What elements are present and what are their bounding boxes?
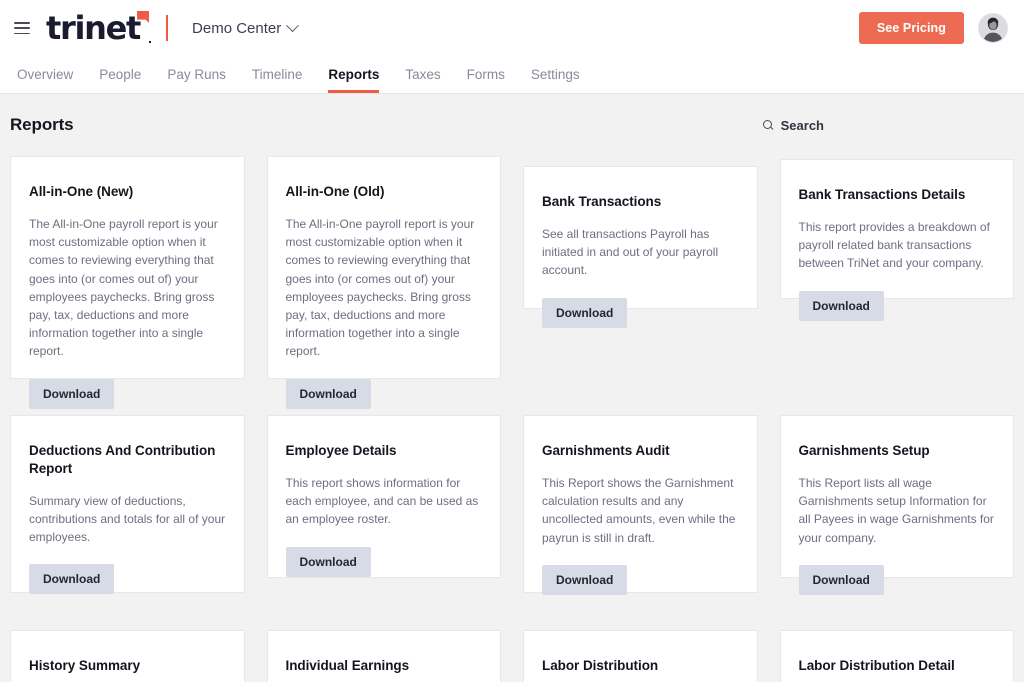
grid-cell: Labor Distribution bbox=[523, 630, 758, 682]
search-icon bbox=[762, 119, 774, 131]
download-button[interactable]: Download bbox=[798, 290, 884, 321]
download-button[interactable]: Download bbox=[542, 297, 628, 328]
tab-overview[interactable]: Overview bbox=[4, 56, 86, 93]
hamburger-menu-icon[interactable] bbox=[14, 22, 30, 34]
report-card-description: This report shows information for each e… bbox=[285, 475, 479, 527]
tab-pay-runs[interactable]: Pay Runs bbox=[154, 56, 239, 93]
report-card-description: This Report shows the Garnishment calcul… bbox=[542, 475, 736, 545]
report-card[interactable]: All-in-One (New) The All-in-One payroll … bbox=[10, 156, 245, 409]
grid-cell: Employee Details This report shows infor… bbox=[266, 415, 501, 593]
tab-settings[interactable]: Settings bbox=[518, 56, 593, 93]
tab-forms[interactable]: Forms bbox=[454, 56, 518, 93]
report-card-description: See all transactions Payroll has initiat… bbox=[542, 226, 719, 278]
report-card-title: History Summary bbox=[29, 658, 141, 673]
report-card[interactable]: Employee Details This report shows infor… bbox=[266, 415, 501, 578]
search-input[interactable]: Search bbox=[762, 117, 824, 133]
see-pricing-button[interactable]: See Pricing bbox=[858, 12, 964, 44]
header-divider bbox=[166, 15, 169, 41]
report-card[interactable]: Labor Distribution bbox=[523, 630, 758, 682]
download-button[interactable]: Download bbox=[542, 564, 628, 595]
logo-text: trinet bbox=[46, 9, 141, 47]
report-card[interactable]: Garnishments Audit This Report shows the… bbox=[523, 415, 758, 595]
report-card-title: Bank Transactions bbox=[542, 194, 662, 209]
grid-cell: All-in-One (Old) The All-in-One payroll … bbox=[266, 156, 501, 409]
report-card[interactable]: Deductions And Contribution Report Summa… bbox=[10, 415, 245, 595]
download-button[interactable]: Download bbox=[798, 564, 884, 595]
page-header: Reports Search bbox=[0, 94, 1024, 156]
grid-cell: Garnishments Audit This Report shows the… bbox=[523, 415, 758, 595]
top-bar: trinet Demo Center See Pricing bbox=[0, 0, 1024, 56]
report-card-title: Labor Distribution Detail bbox=[798, 658, 955, 673]
report-card[interactable]: Garnishments Setup This Report lists all… bbox=[779, 415, 1014, 595]
report-card[interactable]: Labor Distribution Detail bbox=[779, 630, 1014, 682]
reports-grid-row-3: History Summary Individual Earnings Labo… bbox=[0, 630, 1024, 682]
download-button[interactable]: Download bbox=[285, 546, 371, 577]
row-spacer bbox=[0, 593, 1024, 630]
tab-people[interactable]: People bbox=[86, 56, 154, 93]
reports-grid-row-1: All-in-One (New) The All-in-One payroll … bbox=[0, 156, 1024, 409]
grid-cell: Bank Transactions See all transactions P… bbox=[523, 156, 758, 379]
grid-cell: Bank Transactions Details This report pr… bbox=[779, 156, 1014, 379]
download-button[interactable]: Download bbox=[29, 564, 115, 595]
trinet-logo[interactable]: trinet bbox=[46, 9, 152, 47]
report-card-title: Employee Details bbox=[285, 443, 397, 458]
tab-reports[interactable]: Reports bbox=[315, 56, 392, 93]
report-card-description: This report provides a breakdown of payr… bbox=[798, 219, 990, 271]
chevron-down-icon bbox=[286, 18, 300, 32]
report-card-title: Individual Earnings bbox=[285, 658, 410, 673]
report-card[interactable]: History Summary bbox=[10, 630, 245, 682]
download-button[interactable]: Download bbox=[285, 378, 371, 409]
reports-grid-row-2: Deductions And Contribution Report Summa… bbox=[0, 415, 1024, 595]
nav-tabs: Overview People Pay Runs Timeline Report… bbox=[0, 56, 1024, 94]
grid-cell: All-in-One (New) The All-in-One payroll … bbox=[10, 156, 245, 409]
report-card[interactable]: Individual Earnings bbox=[266, 630, 501, 682]
logo-trademark-dot bbox=[148, 40, 152, 43]
page-title: Reports bbox=[10, 115, 74, 134]
company-selector[interactable]: Demo Center bbox=[192, 18, 300, 37]
tab-timeline[interactable]: Timeline bbox=[239, 56, 316, 93]
report-card-description: The All-in-One payroll report is your mo… bbox=[285, 216, 475, 359]
report-card-title: Deductions And Contribution Report bbox=[29, 443, 216, 476]
avatar-photo bbox=[979, 14, 1007, 42]
report-card-description: The All-in-One payroll report is your mo… bbox=[29, 216, 218, 359]
download-button[interactable]: Download bbox=[29, 378, 115, 409]
report-card-title: Labor Distribution bbox=[542, 658, 659, 673]
report-card-title: All-in-One (New) bbox=[29, 184, 134, 199]
avatar[interactable] bbox=[978, 13, 1008, 43]
grid-cell: Deductions And Contribution Report Summa… bbox=[10, 415, 245, 595]
grid-cell: Individual Earnings bbox=[266, 630, 501, 682]
report-card[interactable]: Bank Transactions See all transactions P… bbox=[523, 166, 758, 328]
report-card-description: Summary view of deductions, contribution… bbox=[29, 493, 226, 545]
report-card-title: Garnishments Setup bbox=[798, 443, 930, 458]
search-label: Search bbox=[780, 117, 824, 133]
row-spacer bbox=[0, 379, 1024, 415]
report-card[interactable]: All-in-One (Old) The All-in-One payroll … bbox=[266, 156, 501, 409]
company-name: Demo Center bbox=[192, 19, 282, 37]
tab-taxes[interactable]: Taxes bbox=[392, 56, 453, 93]
report-card-title: Garnishments Audit bbox=[542, 443, 670, 458]
grid-cell: Garnishments Setup This Report lists all… bbox=[779, 415, 1014, 595]
grid-cell: Labor Distribution Detail bbox=[779, 630, 1014, 682]
report-card-description: This Report lists all wage Garnishments … bbox=[798, 475, 994, 545]
report-card-title: Bank Transactions Details bbox=[798, 187, 966, 202]
report-card[interactable]: Bank Transactions Details This report pr… bbox=[779, 159, 1014, 321]
grid-cell: History Summary bbox=[10, 630, 245, 682]
report-card-title: All-in-One (Old) bbox=[285, 184, 385, 199]
